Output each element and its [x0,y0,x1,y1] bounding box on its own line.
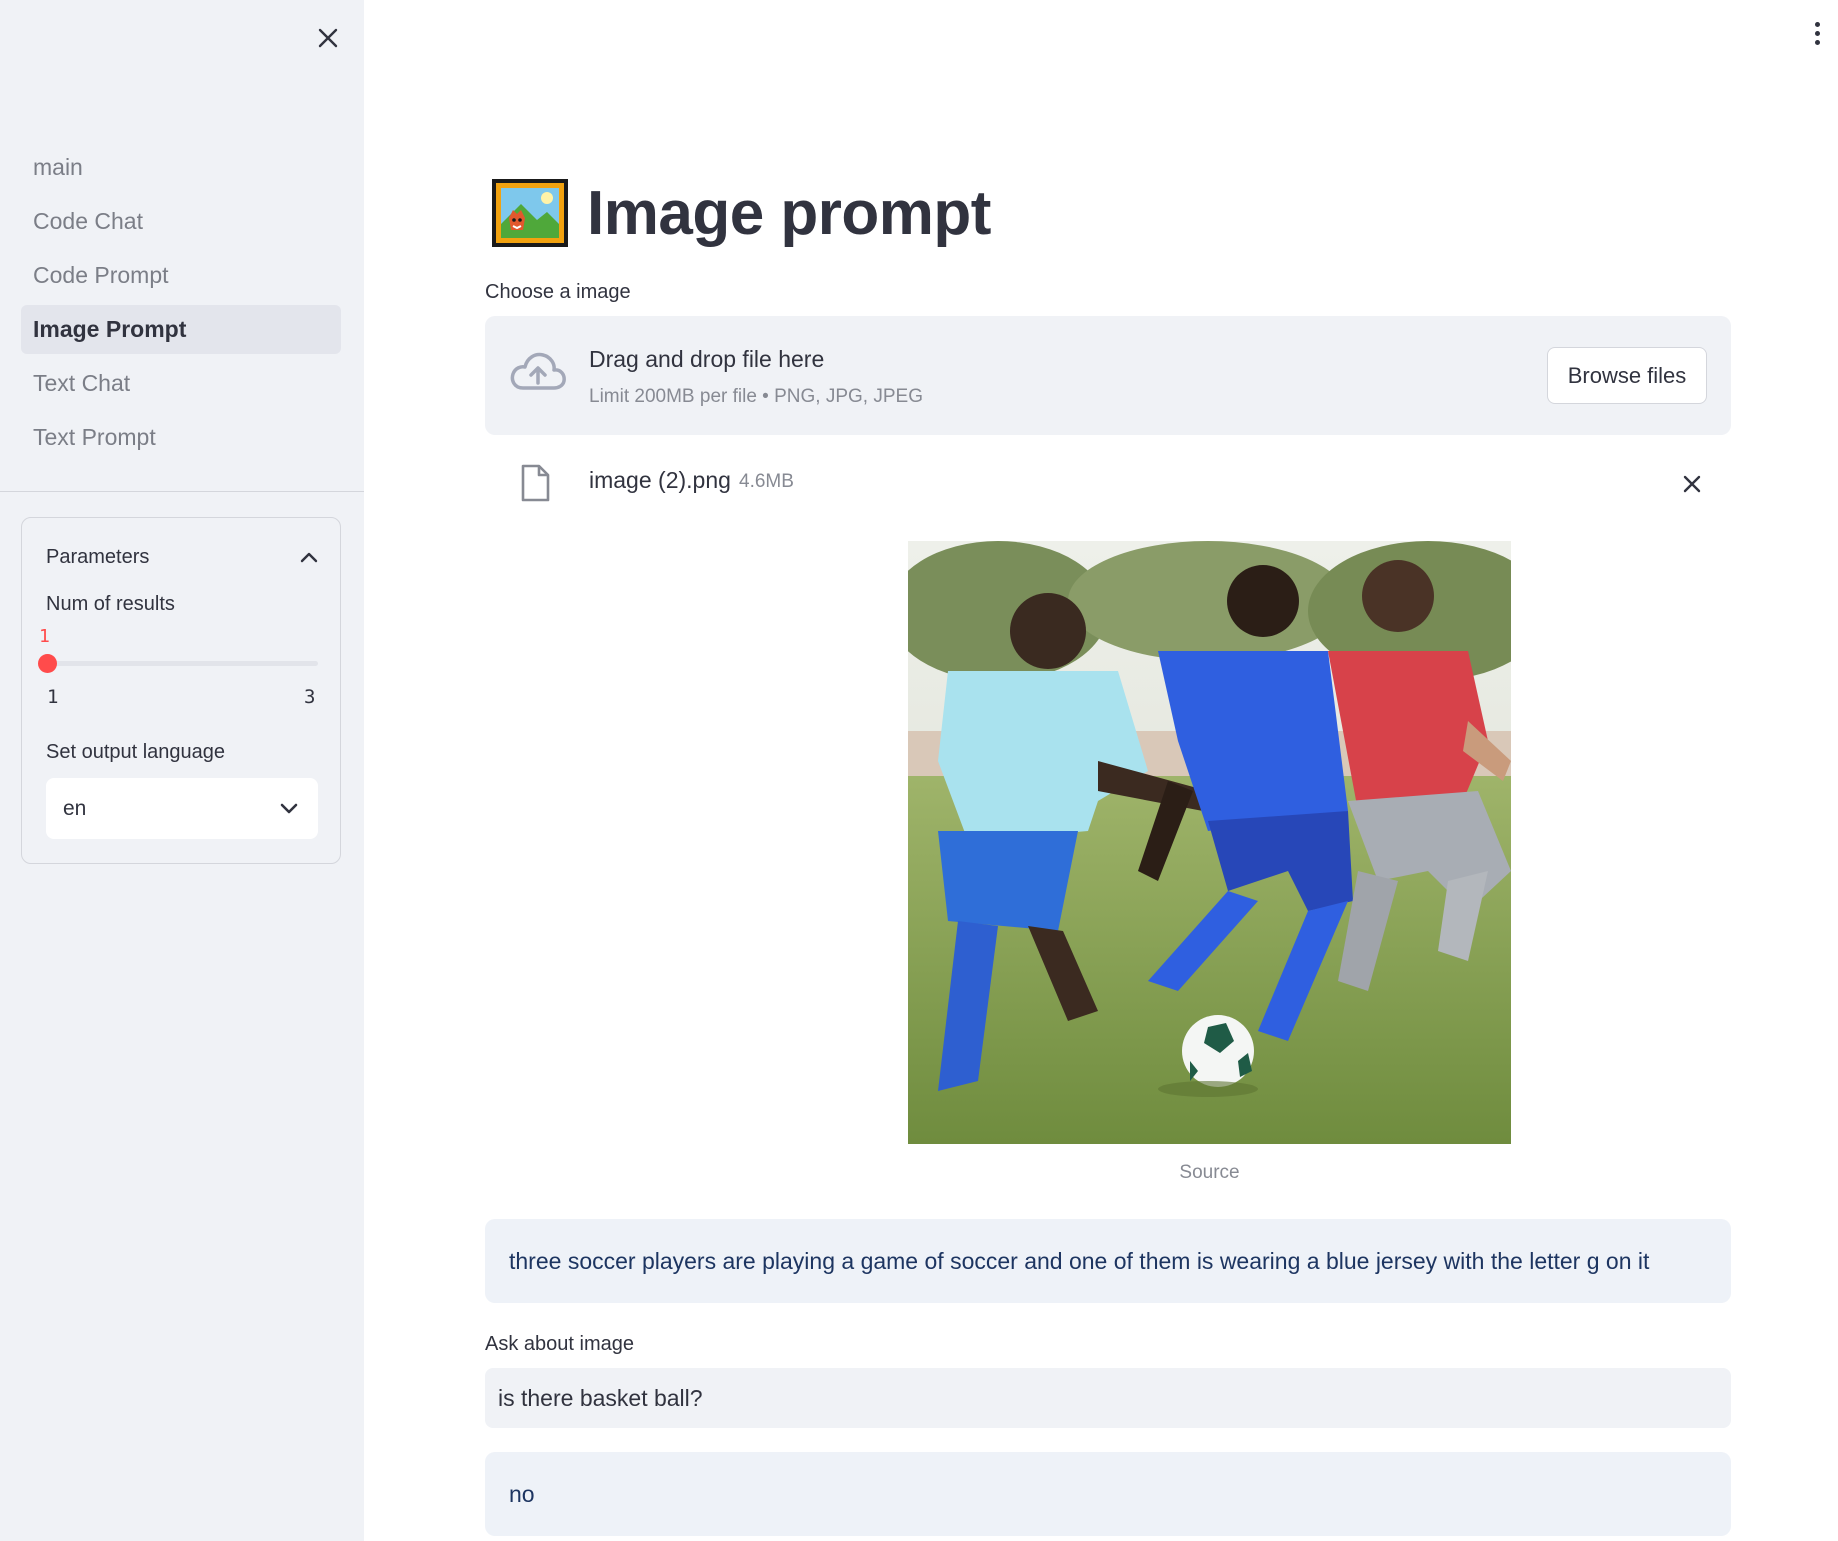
soccer-players-photo [908,541,1511,1144]
ask-input[interactable] [485,1368,1731,1428]
image-caption: Source [1179,1162,1240,1183]
num-results-slider-thumb[interactable] [38,654,57,673]
dropzone-hint: Limit 200MB per file • PNG, JPG, JPEG [589,386,923,407]
output-language-value: en [63,796,87,820]
uploaded-file-row: image (2).png 4.6MB [485,455,1731,511]
dot-icon [1814,39,1820,45]
ask-label: Ask about image [485,1333,634,1355]
nav-item-text-chat[interactable]: Text Chat [21,359,341,408]
dropzone-title: Drag and drop file here [589,346,825,372]
close-icon [318,28,338,48]
image-description-box: three soccer players are playing a game … [485,1219,1731,1303]
sidebar-nav: main Code Chat Code Prompt Image Prompt … [21,143,341,467]
browse-files-button[interactable]: Browse files [1547,347,1707,404]
close-icon [1683,475,1701,493]
num-results-max: 3 [304,686,316,708]
answer-box: no [485,1452,1731,1536]
parameters-expander: Parameters Num of results 1 1 3 Set outp… [21,517,341,864]
sidebar: main Code Chat Code Prompt Image Prompt … [0,0,364,1541]
remove-file-button[interactable] [1677,469,1707,499]
parameters-expander-header[interactable]: Parameters [46,542,318,572]
file-icon [521,464,550,502]
nav-item-code-chat[interactable]: Code Chat [21,197,341,246]
file-name: image (2).png [589,467,731,493]
num-results-min: 1 [47,686,59,708]
sidebar-divider [0,491,364,492]
num-results-value: 1 [39,626,50,647]
nav-item-main[interactable]: main [21,143,341,192]
num-results-slider-track[interactable] [46,661,318,666]
output-language-select[interactable]: en [46,778,318,839]
file-dropzone[interactable]: Drag and drop file here Limit 200MB per … [485,316,1731,435]
parameters-title: Parameters [46,545,150,568]
nav-item-text-prompt[interactable]: Text Prompt [21,413,341,462]
num-results-label: Num of results [46,593,175,615]
output-language-label: Set output language [46,741,226,763]
nav-item-image-prompt[interactable]: Image Prompt [21,305,341,354]
main-menu-button[interactable] [1806,18,1828,48]
chevron-down-icon [280,803,298,813]
uploaded-image [908,541,1511,1144]
framed-picture-icon [492,179,568,247]
dot-icon [1814,21,1820,27]
page-title: Image prompt [587,178,991,248]
uploader-label: Choose a image [485,281,631,303]
close-sidebar-button[interactable] [312,22,344,54]
chevron-up-icon [300,552,318,563]
dot-icon [1814,30,1820,36]
file-size: 4.6MB [739,471,794,492]
upload-cloud-icon [510,352,566,390]
nav-item-code-prompt[interactable]: Code Prompt [21,251,341,300]
page-header: Image prompt [491,173,991,253]
